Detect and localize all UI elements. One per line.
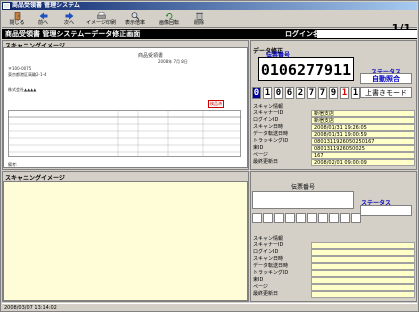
- top-scan-info: スキャン情報 スキャナーID 新宿支店 ログインID 新宿支店 スキャン日時 2008…: [252, 104, 415, 168]
- delete-button[interactable]: 削除: [188, 12, 210, 27]
- magnifier-icon: [131, 12, 139, 20]
- doc-note-label: 備考:: [8, 162, 18, 167]
- info-row: ページ 167: [252, 152, 415, 159]
- doc-date: 2008年 7月 8日: [158, 59, 188, 64]
- digit-input[interactable]: 0: [252, 87, 261, 99]
- info-row: ログインID: [252, 249, 415, 256]
- digit-input[interactable]: 2: [296, 87, 305, 99]
- window-title: 商品受領書 管理システム: [12, 2, 80, 9]
- digit-input[interactable]: 1: [340, 87, 349, 99]
- digit-input[interactable]: [307, 213, 317, 223]
- digit-input[interactable]: [351, 213, 361, 223]
- bottom-scan-image[interactable]: [3, 181, 248, 301]
- digit-input[interactable]: 0: [274, 87, 283, 99]
- doc-heading: 商品受領書: [138, 53, 164, 59]
- digit-input[interactable]: [252, 213, 262, 223]
- print-image-button[interactable]: イメージ印刷: [84, 12, 118, 27]
- info-row: 束ID: [252, 277, 415, 284]
- info-row: スキャン日時: [252, 256, 415, 263]
- info-row: スキャナーID 新宿支店: [252, 110, 415, 117]
- denpyo-number-display: 0106277911: [258, 57, 354, 81]
- delete-icon: [195, 12, 203, 20]
- info-row: トラッキングID: [252, 270, 415, 277]
- doc-addr2: 東京都港区高輪2-1-4: [8, 72, 47, 77]
- info-row: スキャン日時 2008/01/31 19:26:05: [252, 124, 415, 131]
- digit-input[interactable]: 9: [329, 87, 338, 99]
- digit-input[interactable]: [329, 213, 339, 223]
- digit-input[interactable]: [263, 213, 273, 223]
- doc-company: 株式会社▲▲▲▲: [8, 87, 37, 92]
- info-row: ログインID 新宿支店: [252, 117, 415, 124]
- digit-input[interactable]: [296, 213, 306, 223]
- info-row: スキャナーID: [252, 242, 415, 249]
- status-bar: 2008/03/07 13:14:02: [2, 303, 417, 311]
- rotate-icon: [165, 13, 172, 19]
- digit-input[interactable]: [285, 213, 295, 223]
- next-button[interactable]: 次へ: [58, 12, 80, 27]
- bottom-status-value: [360, 205, 412, 216]
- login-name-field: [317, 30, 417, 38]
- door-icon: [14, 12, 20, 20]
- info-row: ページ: [252, 284, 415, 291]
- status-value: 自動照合: [360, 73, 412, 84]
- screen-header: 商品受領書 管理システムーデータ修正画面 ログイン名:: [2, 29, 417, 39]
- bottom-denpyo-number-display: [252, 191, 354, 209]
- digit-input[interactable]: 1: [263, 87, 272, 99]
- info-row: データ転送日時: [252, 263, 415, 270]
- mode-toggle[interactable]: 上書きモード: [360, 87, 412, 98]
- digit-input[interactable]: [274, 213, 284, 223]
- digit-input[interactable]: 7: [307, 87, 316, 99]
- digit-input[interactable]: [340, 213, 350, 223]
- zoom-button[interactable]: 表示倍率: [118, 12, 152, 27]
- rotate-button[interactable]: 画像回転: [152, 12, 186, 27]
- bottom-denpyo-label: 伝票番号: [291, 184, 316, 191]
- top-scan-image[interactable]: 商品受領書 2008年 7月 8日 〒100-0075 東京都港区高輪2-1-4…: [3, 47, 248, 168]
- digit-input[interactable]: 6: [285, 87, 294, 99]
- digit-input[interactable]: 7: [318, 87, 327, 99]
- arrow-left-icon: [39, 12, 47, 20]
- main-window: 商品受領書 管理システム 閉じる 前へ 次へ イメージ印刷 表示倍率 画像回転: [0, 0, 419, 312]
- doc-stamp: 検品済: [208, 100, 224, 108]
- digit-input[interactable]: [318, 213, 328, 223]
- info-row: トラッキングID 0801311926050250167: [252, 138, 415, 145]
- arrow-right-icon: [65, 12, 73, 20]
- doc-table: [8, 110, 241, 157]
- bottom-scan-info: スキャン情報 スキャナーID ログインID スキャン日時 データ転送日時 トラッ…: [252, 236, 415, 300]
- digit-input[interactable]: 1: [351, 87, 360, 99]
- info-row: 束ID 0801311926050025: [252, 145, 415, 152]
- info-row: 最終更新日 2008/02/01 09:00:09: [252, 159, 415, 166]
- screen-title: 商品受領書 管理システムーデータ修正画面: [5, 30, 141, 38]
- toolbar: 閉じる 前へ 次へ イメージ印刷 表示倍率 画像回転 削除 1/1: [2, 11, 417, 35]
- info-row: データ転送日時 2008/01/31 19:00:59: [252, 131, 415, 138]
- title-bar: 商品受領書 管理システム: [2, 2, 417, 10]
- app-icon: [3, 3, 10, 9]
- info-row: 最終更新日: [252, 291, 415, 298]
- close-button[interactable]: 閉じる: [6, 12, 28, 27]
- prev-button[interactable]: 前へ: [32, 12, 54, 27]
- printer-icon: [96, 12, 106, 19]
